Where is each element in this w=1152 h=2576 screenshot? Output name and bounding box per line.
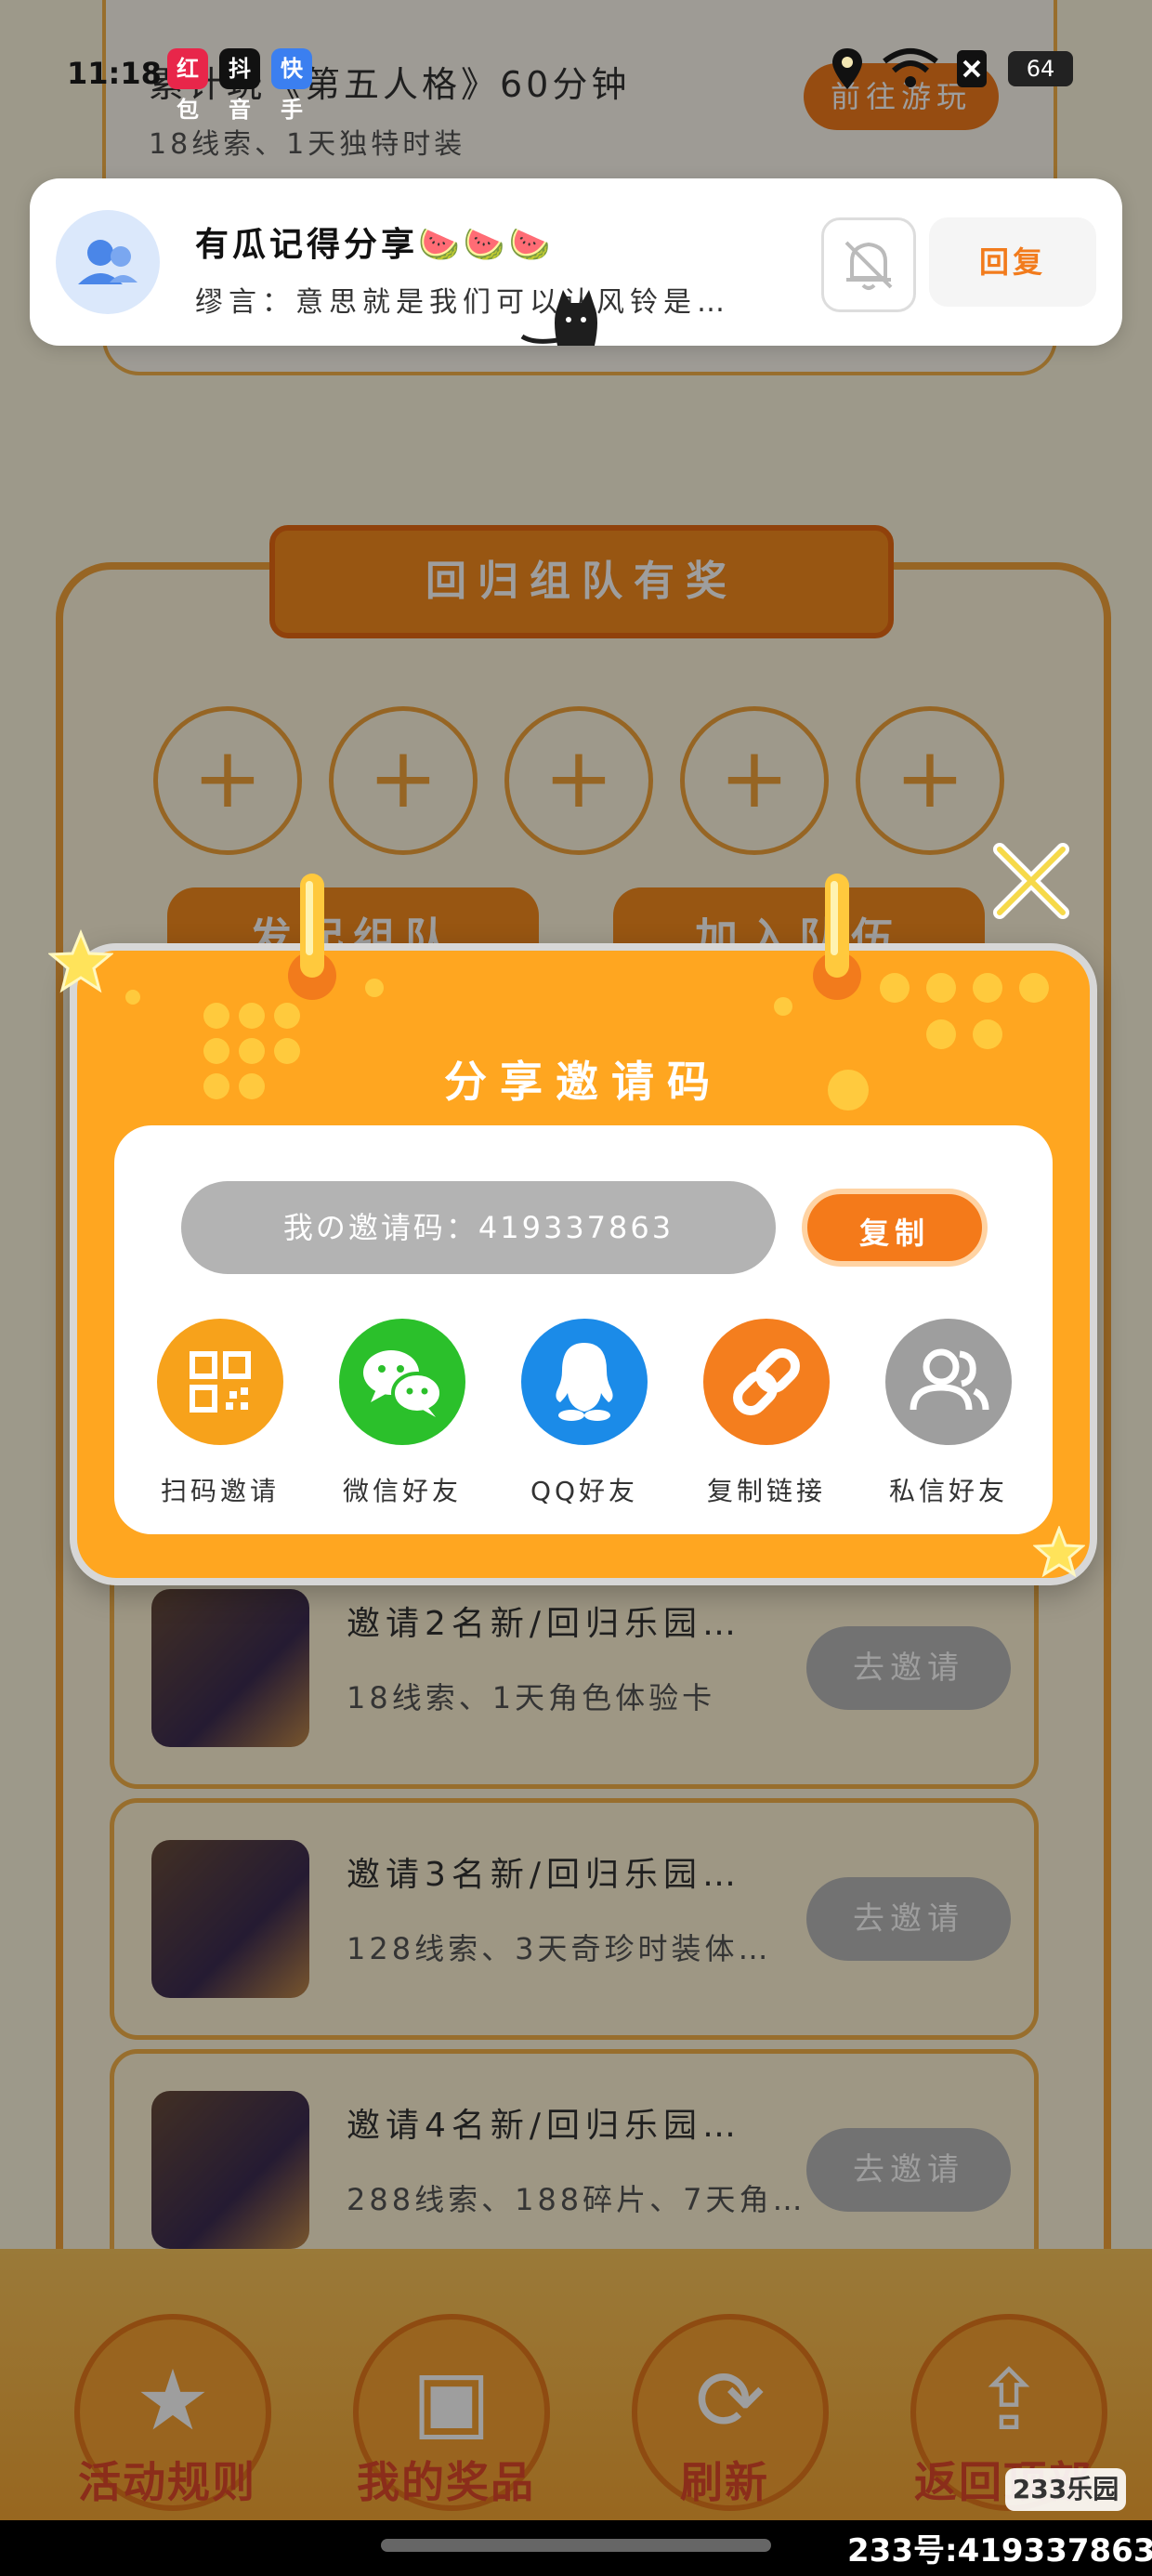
battery-indicator: 64: [1008, 51, 1073, 86]
share-option-copy-link[interactable]: 复制链接: [674, 1319, 859, 1508]
star-icon: [48, 929, 113, 993]
notification-title: 有瓜记得分享🍉🍉🍉: [195, 226, 555, 264]
share-option-qq[interactable]: QQ好友: [491, 1319, 677, 1508]
app-icon: 抖音: [219, 48, 260, 123]
share-option-qrcode[interactable]: 扫码邀请: [127, 1319, 313, 1508]
share-option-private-message[interactable]: 私信好友: [856, 1319, 1041, 1508]
star-icon: [1033, 1526, 1085, 1578]
group-avatar: [56, 210, 160, 314]
qq-icon: [521, 1319, 648, 1445]
copy-code-button[interactable]: 复制: [802, 1189, 988, 1267]
share-invite-modal: 分享邀请码 我の邀请码：419337863 复制 扫码邀请 微信好友 QQ好友 …: [70, 943, 1097, 1585]
reply-button[interactable]: 回复: [929, 217, 1096, 307]
location-icon: [832, 48, 862, 89]
modal-title: 分享邀请码: [444, 1057, 723, 1107]
invite-code-display: 我の邀请码：419337863: [181, 1181, 776, 1274]
wifi-icon: [883, 48, 938, 87]
group-icon: [78, 240, 137, 284]
sim-blocked-icon: [957, 50, 987, 87]
share-option-label: QQ好友: [530, 1476, 639, 1506]
app-icon: 快手: [271, 48, 312, 123]
qrcode-icon: [157, 1319, 283, 1445]
watermark-text: 233号:419337863: [847, 2532, 1152, 2569]
cat-sticker-icon: [520, 290, 597, 346]
link-icon: [703, 1319, 830, 1445]
share-option-label: 复制链接: [706, 1476, 826, 1506]
mute-button[interactable]: [821, 217, 916, 312]
share-option-label: 私信好友: [888, 1476, 1008, 1506]
close-modal-icon[interactable]: [987, 836, 1076, 926]
brand-logo: 233乐园: [1005, 2468, 1126, 2511]
calendar-hook-icon: [288, 874, 336, 1000]
notification-body: 缪言：意思就是我们可以认风铃是…: [195, 286, 730, 319]
bell-off-icon: [844, 241, 893, 290]
home-indicator[interactable]: [381, 2539, 771, 2552]
share-option-label: 扫码邀请: [160, 1476, 280, 1506]
share-option-label: 微信好友: [342, 1476, 462, 1506]
share-option-wechat[interactable]: 微信好友: [309, 1319, 495, 1508]
status-time: 11:18: [67, 56, 162, 91]
app-icon: 红包: [167, 48, 208, 123]
wechat-icon: [339, 1319, 465, 1445]
modal-content-card: 我の邀请码：419337863 复制 扫码邀请 微信好友 QQ好友 复制链接 私…: [114, 1125, 1053, 1534]
friends-icon: [885, 1319, 1012, 1445]
calendar-hook-icon: [813, 874, 861, 1000]
